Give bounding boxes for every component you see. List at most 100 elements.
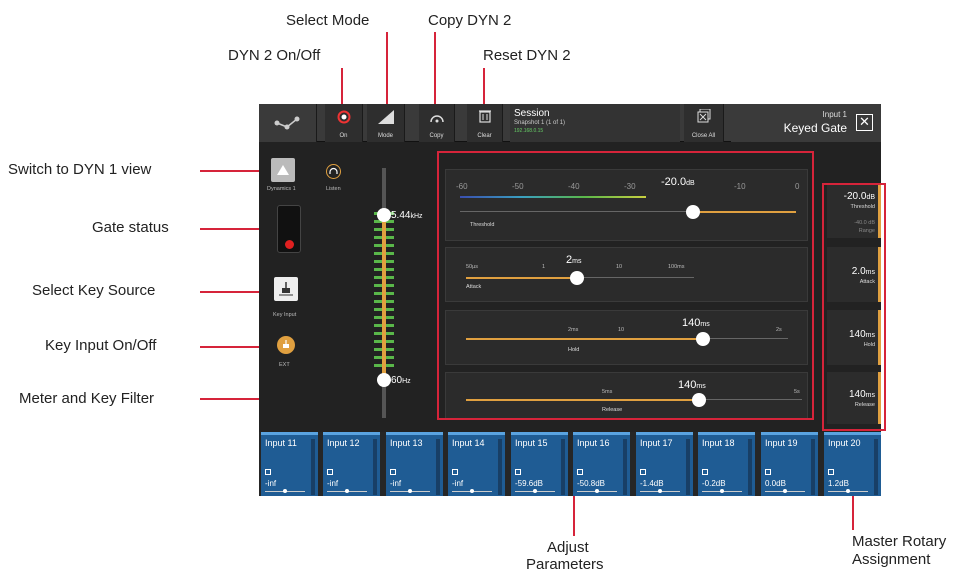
master-rotary-highlight	[822, 183, 886, 431]
snapshot-label: Snapshot 1 (1 of 1)	[514, 120, 566, 126]
strip-icon	[452, 469, 458, 475]
callout-line	[200, 228, 260, 230]
clear-label: Clear	[477, 133, 492, 139]
strip-name: Input 19	[765, 438, 798, 448]
strip-meter	[436, 439, 440, 495]
filter-low-value: 60Hz	[391, 375, 411, 386]
strip-name: Input 17	[640, 438, 673, 448]
strip-fader-dot	[846, 489, 850, 493]
adjust-parameters-highlight	[437, 151, 814, 420]
listen-label: Listen	[326, 186, 341, 192]
gate-led-icon	[285, 240, 294, 249]
mode-name: Keyed Gate	[783, 121, 847, 135]
strip-meter	[874, 439, 878, 495]
strip-icon	[765, 469, 771, 475]
session-info[interactable]: Session Snapshot 1 (1 of 1) 192.168.0.15	[510, 104, 680, 142]
filter-range	[382, 212, 386, 380]
channel-strip[interactable]: Input 20 1.2dB	[824, 432, 881, 496]
strip-icon	[265, 469, 271, 475]
strip-meter	[686, 439, 690, 495]
strip-value: 0.0dB	[765, 479, 786, 488]
strip-fader-dot	[595, 489, 599, 493]
ip-label: 192.168.0.15	[514, 128, 544, 134]
strip-value: -inf	[265, 479, 277, 488]
strip-icon	[515, 469, 521, 475]
channel-strip[interactable]: Input 18 -0.2dB	[698, 432, 755, 496]
channel-strip[interactable]: Input 17 -1.4dB	[636, 432, 693, 496]
strip-icon	[702, 469, 708, 475]
strip-meter	[311, 439, 315, 495]
strip-value: -inf	[327, 479, 339, 488]
callout-line	[200, 170, 260, 172]
strip-icon	[640, 469, 646, 475]
callout-copy-dyn2: Copy DYN 2	[428, 12, 512, 29]
strip-meter	[498, 439, 502, 495]
strip-fader-dot	[470, 489, 474, 493]
triangle-up-icon	[277, 165, 289, 175]
copy-button[interactable]: Copy	[419, 104, 455, 142]
strip-meter	[561, 439, 565, 495]
strip-icon	[327, 469, 333, 475]
channel-strip[interactable]: Input 11 -inf	[261, 432, 318, 496]
filter-low-handle[interactable]	[377, 373, 391, 387]
filter-high-value: 5.44kHz	[391, 210, 423, 221]
dyn2-on-button[interactable]: On	[325, 104, 363, 142]
mode-slope-icon	[378, 110, 394, 124]
strip-fader-dot	[720, 489, 724, 493]
strip-name: Input 18	[702, 438, 735, 448]
channel-strip[interactable]: Input 15 -59.6dB	[511, 432, 568, 496]
channel-strip[interactable]: Input 12 -inf	[323, 432, 380, 496]
strip-value: 1.2dB	[828, 479, 849, 488]
strip-meter	[748, 439, 752, 495]
strip-name: Input 13	[390, 438, 423, 448]
channel-strip[interactable]: Input 16 -50.8dB	[573, 432, 630, 496]
dynamics1-label: Dynamics 1	[267, 186, 296, 192]
copy-label: Copy	[429, 133, 444, 139]
strip-fader-dot	[283, 489, 287, 493]
filter-high-handle[interactable]	[377, 208, 391, 222]
mode-button[interactable]: Mode	[367, 104, 405, 142]
callout-line	[200, 291, 260, 293]
gate-status-indicator	[277, 205, 301, 253]
callout-line	[200, 398, 260, 400]
close-icon[interactable]: ✕	[856, 114, 873, 131]
input-info: Input 1 Keyed Gate ✕	[731, 104, 881, 142]
close-all-button[interactable]: Close All	[684, 104, 724, 142]
channel-strip[interactable]: Input 19 0.0dB	[761, 432, 818, 496]
strip-icon	[577, 469, 583, 475]
strip-value: -0.2dB	[702, 479, 726, 488]
callout-switch-dyn1: Switch to DYN 1 view	[8, 161, 152, 178]
routing-button[interactable]	[259, 104, 317, 142]
strip-fader-dot	[345, 489, 349, 493]
copy-icon	[430, 115, 444, 123]
dyn1-view-button[interactable]	[271, 158, 295, 182]
strip-fader-dot	[408, 489, 412, 493]
strip-value: -inf	[452, 479, 464, 488]
headphones-icon	[329, 167, 338, 174]
ext-label: EXT	[279, 362, 290, 368]
callout-master-rotary-2: Assignment	[852, 551, 931, 568]
callout-gate-status: Gate status	[92, 219, 169, 236]
routing-icon	[274, 116, 300, 130]
callout-adjust-params-1: Adjust	[547, 539, 589, 556]
strip-value: -1.4dB	[640, 479, 664, 488]
callout-adjust-params-2: Parameters	[526, 556, 604, 573]
key-input-toggle[interactable]	[277, 336, 295, 354]
listen-button[interactable]	[326, 164, 341, 179]
callout-key-input-onoff: Key Input On/Off	[45, 337, 157, 354]
callout-reset-dyn2: Reset DYN 2	[483, 47, 571, 64]
clear-button[interactable]: Clear	[467, 104, 503, 142]
strip-name: Input 15	[515, 438, 548, 448]
toolbar: On Mode Copy Clear Session Snapshot 1 (1…	[259, 104, 881, 142]
strip-meter	[811, 439, 815, 495]
input-name: Input 1	[822, 110, 847, 119]
callout-dyn2-onoff: DYN 2 On/Off	[228, 47, 321, 64]
strip-value: -59.6dB	[515, 479, 544, 488]
channel-strip[interactable]: Input 14 -inf	[448, 432, 505, 496]
trash-icon	[479, 110, 491, 123]
callout-line	[386, 32, 388, 104]
channel-strip[interactable]: Input 13 -inf	[386, 432, 443, 496]
close-all-label: Close All	[691, 133, 716, 139]
key-input-label: Key Input	[273, 312, 297, 318]
key-source-button[interactable]	[274, 277, 298, 301]
